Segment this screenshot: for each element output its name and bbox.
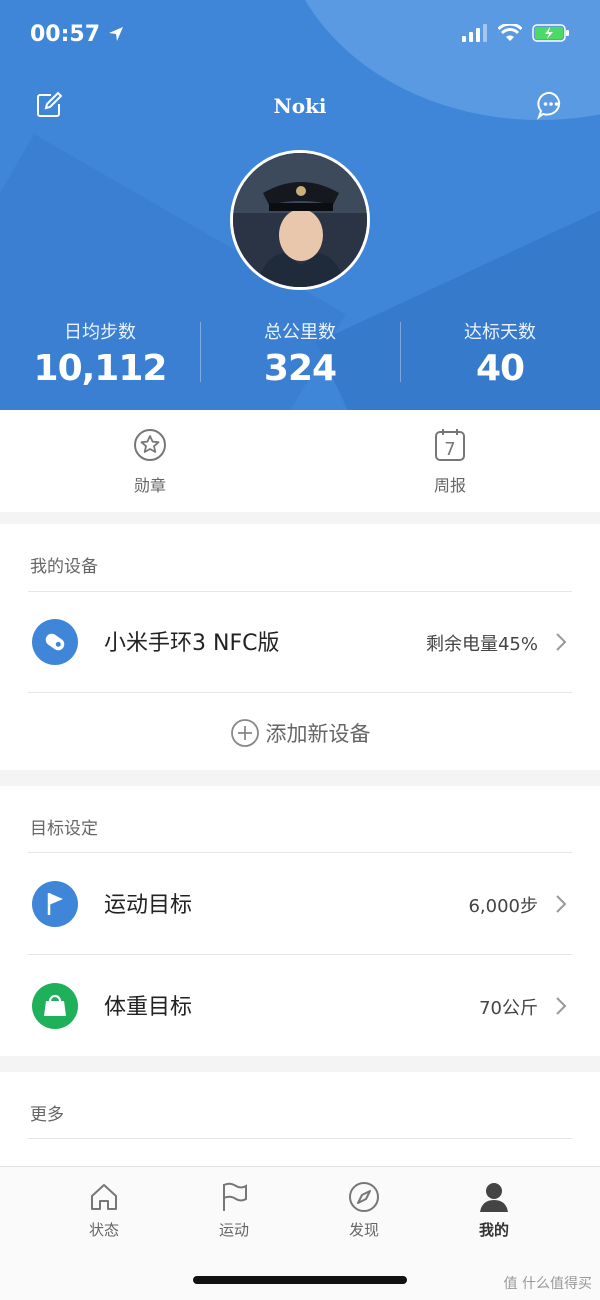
goal-label: 运动目标	[104, 893, 193, 918]
status-icons	[462, 24, 570, 42]
stats-row: 日均步数 10,112 总公里数 324 达标天数 40	[0, 318, 600, 398]
avatar[interactable]	[230, 150, 370, 290]
goal-value: 70公斤	[479, 998, 538, 1019]
tab-label: 状态	[88, 1221, 119, 1239]
location-icon	[108, 27, 123, 41]
home-indicator[interactable]	[193, 1276, 407, 1284]
message-icon[interactable]	[536, 90, 566, 120]
device-row[interactable]: 小米手环3 NFC版 剩余电量45%	[0, 592, 600, 692]
tab-label: 发现	[348, 1221, 379, 1239]
stat-value: 10,112	[33, 348, 168, 389]
compass-icon	[349, 1182, 379, 1212]
chevron-right-icon	[556, 633, 567, 651]
chevron-right-icon	[556, 895, 567, 913]
add-device-button[interactable]: 添加新设备	[0, 718, 600, 748]
band-icon	[32, 619, 78, 665]
calendar-icon: 7	[435, 429, 465, 461]
add-device-label: 添加新设备	[265, 722, 371, 746]
stat-daily-steps: 日均步数 10,112	[0, 318, 200, 398]
profile-header: 00:57 Noki 日均步数 10,112 总公里数 324 达标天数 40	[0, 0, 600, 410]
stat-label: 日均步数	[64, 322, 136, 343]
plus-circle-icon	[230, 719, 259, 747]
home-icon	[91, 1184, 117, 1210]
wifi-icon	[498, 24, 522, 41]
goals-section: 目标设定 运动目标 6,000步 体重目标 70公斤	[0, 786, 600, 1056]
device-battery: 剩余电量45%	[425, 634, 538, 655]
avatar-image	[233, 153, 367, 287]
tab-status[interactable]: 状态	[54, 1181, 154, 1240]
status-bar: 00:57	[0, 0, 600, 70]
calendar-day: 7	[444, 439, 455, 460]
divider	[28, 1138, 572, 1139]
tab-discover[interactable]: 发现	[314, 1181, 414, 1240]
person-icon	[480, 1183, 508, 1212]
battery-icon	[532, 24, 569, 42]
exercise-goal-row[interactable]: 运动目标 6,000步	[0, 853, 600, 953]
stat-label: 达标天数	[464, 322, 536, 343]
flag-icon	[32, 881, 78, 927]
section-title: 我的设备	[30, 557, 98, 577]
stat-value: 324	[263, 348, 337, 389]
medals-label: 勋章	[133, 476, 166, 495]
tab-label: 我的	[478, 1221, 509, 1239]
devices-section: 我的设备 小米手环3 NFC版 剩余电量45% 添加新设备	[0, 524, 600, 770]
stat-total-km: 总公里数 324	[200, 318, 400, 398]
tab-label: 运动	[218, 1221, 249, 1239]
stat-label: 总公里数	[264, 322, 336, 343]
status-time: 00:57	[30, 22, 124, 47]
weekly-report-button[interactable]: 7 周报	[300, 410, 600, 512]
divider	[28, 692, 572, 693]
tab-exercise[interactable]: 运动	[184, 1181, 284, 1240]
stat-value: 40	[475, 348, 525, 389]
goal-label: 体重目标	[104, 995, 193, 1020]
flag-outline-icon	[223, 1182, 247, 1211]
medals-button[interactable]: 勋章	[0, 410, 300, 512]
signal-icon	[462, 24, 487, 42]
page-title: Noki	[273, 94, 327, 118]
status-time-text: 00:57	[30, 22, 101, 47]
chevron-right-icon	[556, 997, 567, 1015]
device-name: 小米手环3 NFC版	[104, 631, 280, 656]
weight-bag-icon	[32, 983, 78, 1029]
weight-goal-row[interactable]: 体重目标 70公斤	[0, 955, 600, 1055]
quick-actions: 勋章 7 周报	[0, 410, 600, 512]
tab-me[interactable]: 我的	[444, 1181, 544, 1240]
medal-icon	[134, 429, 166, 461]
section-title: 更多	[30, 1105, 64, 1125]
stat-goal-days: 达标天数 40	[400, 318, 600, 398]
section-title: 目标设定	[30, 819, 98, 839]
goal-value: 6,000步	[468, 896, 538, 917]
weekly-report-label: 周报	[433, 476, 466, 495]
watermark: 值 什么值得买	[503, 1276, 592, 1292]
